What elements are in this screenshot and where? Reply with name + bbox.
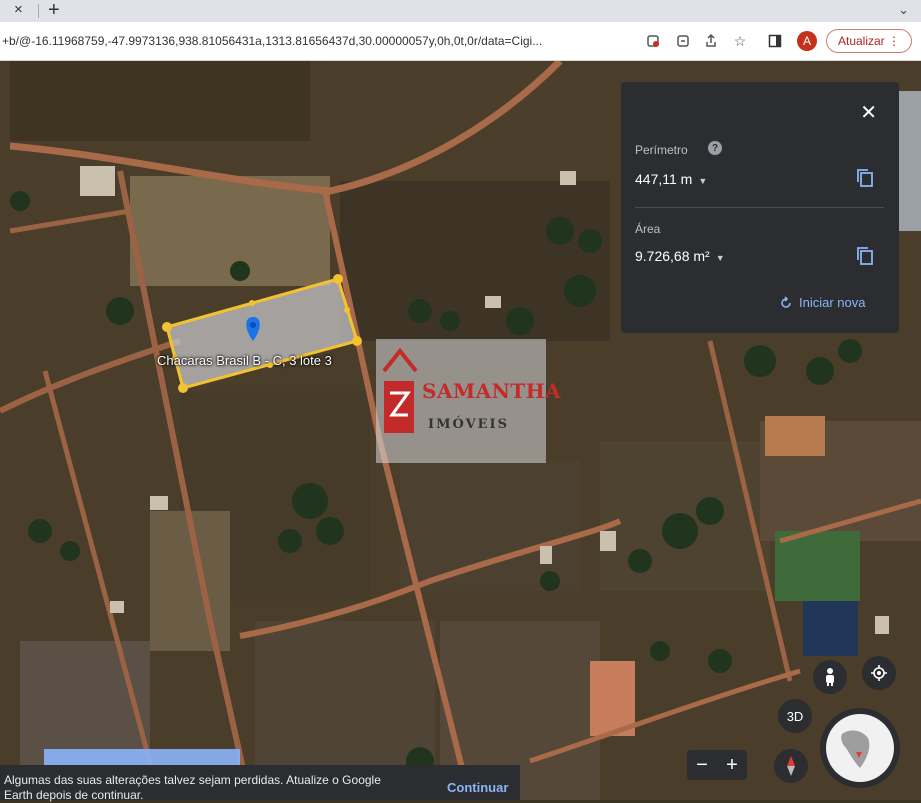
globe-minimap[interactable] bbox=[820, 708, 900, 788]
compass-icon bbox=[787, 756, 795, 776]
continue-button[interactable]: Continuar bbox=[447, 780, 508, 795]
toggle-3d-label: 3D bbox=[786, 708, 804, 724]
area-unit-dropdown-caret-icon[interactable]: ▼ bbox=[716, 253, 725, 263]
measure-panel: ✕ Perímetro ? 447,11 m ▼ Área 9.726,68 m²… bbox=[621, 82, 899, 333]
samantha-imoveis-watermark: SAMANTHA IMÓVEIS bbox=[376, 339, 561, 463]
side-panel-icon[interactable] bbox=[766, 32, 784, 50]
update-label: Atualizar bbox=[837, 34, 885, 48]
help-icon[interactable]: ? bbox=[708, 141, 722, 155]
notice-highlight bbox=[44, 749, 240, 765]
toggle-3d-button[interactable]: 3D bbox=[778, 699, 812, 733]
browser-toolbar: +b/@-16.11968759,-47.9973136,938.8105643… bbox=[0, 22, 921, 61]
compass-button[interactable] bbox=[774, 749, 808, 783]
perimeter-value-text: 447,11 m bbox=[635, 171, 693, 187]
area-value-text: 9.726,68 m² bbox=[635, 248, 710, 264]
area-label: Área bbox=[635, 222, 661, 236]
profile-avatar[interactable]: A bbox=[797, 31, 817, 51]
place-label[interactable]: Chacaras Brasil B - C, 3 lote 3 bbox=[157, 353, 332, 368]
restart-measure-button[interactable]: Iniciar nova bbox=[779, 295, 865, 310]
area-value[interactable]: 9.726,68 m² ▼ bbox=[635, 248, 725, 264]
watermark-subtitle: IMÓVEIS bbox=[428, 417, 510, 432]
close-icon[interactable]: ✕ bbox=[860, 100, 877, 125]
unit-dropdown-caret-icon[interactable]: ▼ bbox=[698, 176, 707, 186]
watermark-brand: SAMANTHA bbox=[422, 379, 562, 403]
restart-label: Iniciar nova bbox=[799, 295, 866, 310]
globe-icon bbox=[826, 714, 894, 782]
new-tab-button[interactable]: + bbox=[48, 0, 60, 22]
pegman-icon bbox=[826, 668, 834, 686]
bookmark-star-icon[interactable]: ☆ bbox=[731, 32, 749, 50]
tab-search-chevron-icon[interactable]: ⌄ bbox=[898, 2, 909, 18]
tab-close-icon[interactable]: × bbox=[14, 1, 30, 21]
update-button[interactable]: Atualizar ⋮ bbox=[826, 29, 912, 53]
house-logo-icon bbox=[382, 347, 418, 433]
site-permissions-icon[interactable] bbox=[644, 32, 662, 50]
my-location-button[interactable] bbox=[862, 656, 896, 690]
copy-area-icon[interactable] bbox=[856, 246, 874, 266]
pegman-button[interactable] bbox=[813, 660, 847, 694]
zoom-in-button[interactable]: + bbox=[717, 750, 747, 780]
share-icon[interactable] bbox=[702, 32, 720, 50]
perimeter-label: Perímetro bbox=[635, 143, 688, 157]
cast-icon[interactable] bbox=[674, 32, 692, 50]
update-notification: Algumas das suas alterações talvez sejam… bbox=[0, 765, 520, 802]
zoom-out-button[interactable]: − bbox=[687, 750, 717, 780]
location-target-icon bbox=[871, 665, 887, 681]
zoom-controls: − + bbox=[687, 750, 747, 780]
tab-strip: × + ⌄ bbox=[0, 0, 921, 22]
panel-divider bbox=[635, 207, 884, 208]
perimeter-value[interactable]: 447,11 m ▼ bbox=[635, 171, 707, 187]
address-bar[interactable]: +b/@-16.11968759,-47.9973136,938.8105643… bbox=[2, 34, 632, 48]
copy-perimeter-icon[interactable] bbox=[856, 168, 874, 188]
tab-separator bbox=[38, 4, 39, 18]
restart-icon bbox=[781, 295, 791, 308]
notification-text: Algumas das suas alterações talvez sejam… bbox=[4, 773, 381, 802]
